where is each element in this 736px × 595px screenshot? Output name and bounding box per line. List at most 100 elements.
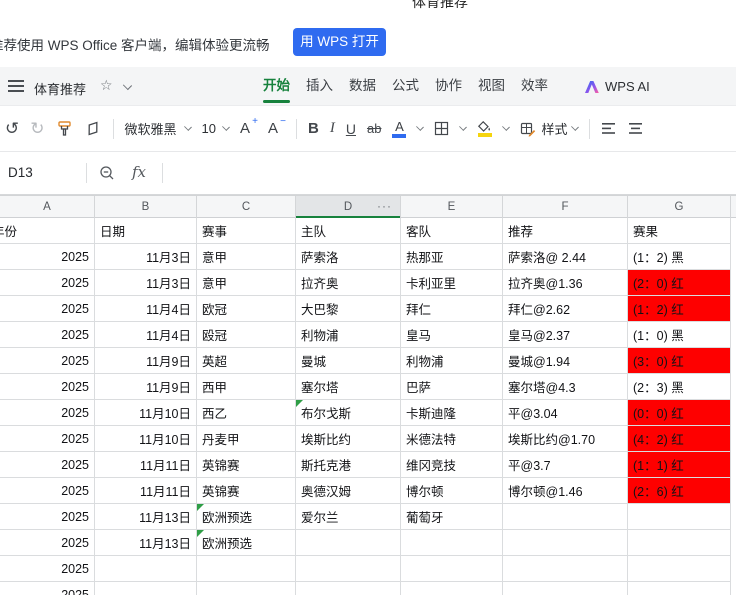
cell-home[interactable]: 斯托克港 bbox=[296, 452, 401, 478]
cell-away[interactable]: 维冈竞技 bbox=[401, 452, 503, 478]
cell-date[interactable]: 11月13日 bbox=[95, 530, 197, 556]
cell-tip[interactable]: 推荐 bbox=[503, 218, 628, 244]
cell-result[interactable]: (3：0) 红 bbox=[628, 348, 731, 374]
cell-result[interactable]: (2：3) 黑 bbox=[628, 374, 731, 400]
cell-year[interactable]: 2025 bbox=[0, 478, 95, 504]
cell-result[interactable]: (1：0) 黑 bbox=[628, 322, 731, 348]
cell-away[interactable]: 巴萨 bbox=[401, 374, 503, 400]
column-header-C[interactable]: C bbox=[197, 196, 296, 218]
cell-result[interactable]: (0：0) 红 bbox=[628, 400, 731, 426]
cell-year[interactable]: 2025 bbox=[0, 400, 95, 426]
cell-date[interactable]: 日期 bbox=[95, 218, 197, 244]
cell-year[interactable]: 年份 bbox=[0, 218, 95, 244]
cell-away[interactable]: 卡斯迪隆 bbox=[401, 400, 503, 426]
cell-home[interactable]: 埃斯比约 bbox=[296, 426, 401, 452]
cell-home[interactable]: 奥德汉姆 bbox=[296, 478, 401, 504]
eraser-icon[interactable] bbox=[84, 121, 102, 137]
cell-tip[interactable]: 平@3.04 bbox=[503, 400, 628, 426]
cell-tip[interactable] bbox=[503, 556, 628, 582]
favorite-star-icon[interactable]: ☆ bbox=[100, 77, 113, 94]
cell-date[interactable]: 11月3日 bbox=[95, 244, 197, 270]
cell-tip[interactable]: 拜仁@2.62 bbox=[503, 296, 628, 322]
cell-home[interactable]: 曼城 bbox=[296, 348, 401, 374]
cell-result[interactable]: (1：1) 红 bbox=[628, 452, 731, 478]
tab-开始[interactable]: 开始 bbox=[263, 67, 290, 106]
cell-result[interactable]: (2：0) 红 bbox=[628, 270, 731, 296]
cell-date[interactable] bbox=[95, 582, 197, 595]
decrease-font-button[interactable]: A − bbox=[268, 116, 286, 137]
cell-result[interactable]: (1：2) 黑 bbox=[628, 244, 731, 270]
cell-style-button[interactable]: 样式 bbox=[520, 119, 580, 138]
italic-button[interactable]: I bbox=[330, 120, 335, 137]
cell-home[interactable] bbox=[296, 582, 401, 595]
bold-button[interactable]: B bbox=[308, 120, 319, 137]
column-header-G[interactable]: G bbox=[628, 196, 731, 218]
fill-color-chevron-icon[interactable] bbox=[502, 123, 511, 131]
cell-year[interactable]: 2025 bbox=[0, 504, 95, 530]
column-header-A[interactable]: A bbox=[0, 196, 95, 218]
column-more-button[interactable]: ··· bbox=[377, 199, 392, 213]
cell-league[interactable]: 西甲 bbox=[197, 374, 296, 400]
font-color-button[interactable]: A bbox=[392, 120, 407, 138]
column-header-E[interactable]: E bbox=[401, 196, 503, 218]
strikethrough-button[interactable]: ab bbox=[367, 121, 381, 136]
cell-date[interactable]: 11月13日 bbox=[95, 504, 197, 530]
cell-date[interactable]: 11月11日 bbox=[95, 452, 197, 478]
cell-result[interactable] bbox=[628, 504, 731, 530]
column-header-B[interactable]: B bbox=[95, 196, 197, 218]
cell-year[interactable]: 2025 bbox=[0, 270, 95, 296]
cell-tip[interactable]: 平@3.7 bbox=[503, 452, 628, 478]
cell-away[interactable]: 利物浦 bbox=[401, 348, 503, 374]
cell-result[interactable]: 赛果 bbox=[628, 218, 731, 244]
open-in-wps-button[interactable]: 用 WPS 打开 bbox=[293, 28, 386, 56]
cell-date[interactable]: 11月3日 bbox=[95, 270, 197, 296]
cell-date[interactable]: 11月11日 bbox=[95, 478, 197, 504]
cell-away[interactable]: 热那亚 bbox=[401, 244, 503, 270]
cell-year[interactable]: 2025 bbox=[0, 374, 95, 400]
tab-插入[interactable]: 插入 bbox=[306, 67, 333, 106]
cell-year[interactable]: 2025 bbox=[0, 348, 95, 374]
cell-home[interactable]: 爱尔兰 bbox=[296, 504, 401, 530]
cell-league[interactable]: 英锦赛 bbox=[197, 452, 296, 478]
cell-year[interactable]: 2025 bbox=[0, 530, 95, 556]
borders-chevron-icon[interactable] bbox=[459, 123, 468, 131]
cell-league[interactable]: 英锦赛 bbox=[197, 478, 296, 504]
increase-font-button[interactable]: A + bbox=[240, 116, 258, 137]
underline-button[interactable]: U bbox=[346, 121, 356, 137]
tab-效率[interactable]: 效率 bbox=[521, 67, 548, 106]
name-box[interactable]: D13 bbox=[8, 165, 33, 180]
cell-league[interactable]: 殴冠 bbox=[197, 322, 296, 348]
tab-视图[interactable]: 视图 bbox=[478, 67, 505, 106]
cell-away[interactable]: 卡利亚里 bbox=[401, 270, 503, 296]
align-center-icon[interactable] bbox=[628, 122, 644, 135]
cell-away[interactable] bbox=[401, 582, 503, 595]
font-name-select[interactable]: 微软雅黑 bbox=[125, 119, 192, 138]
zoom-out-search-icon[interactable] bbox=[99, 165, 116, 182]
cell-tip[interactable]: 曼城@1.94 bbox=[503, 348, 628, 374]
cell-tip[interactable]: 塞尔塔@4.3 bbox=[503, 374, 628, 400]
cell-date[interactable]: 11月9日 bbox=[95, 348, 197, 374]
cell-tip[interactable] bbox=[503, 504, 628, 530]
cell-tip[interactable] bbox=[503, 530, 628, 556]
cell-away[interactable] bbox=[401, 530, 503, 556]
cell-date[interactable]: 11月4日 bbox=[95, 322, 197, 348]
menu-icon[interactable] bbox=[8, 80, 24, 92]
cell-result[interactable]: (2：6) 红 bbox=[628, 478, 731, 504]
cell-league[interactable] bbox=[197, 556, 296, 582]
cell-year[interactable]: 2025 bbox=[0, 322, 95, 348]
cell-away[interactable] bbox=[401, 556, 503, 582]
cell-home[interactable]: 大巴黎 bbox=[296, 296, 401, 322]
cell-away[interactable]: 米德法特 bbox=[401, 426, 503, 452]
cell-home[interactable] bbox=[296, 530, 401, 556]
cell-year[interactable]: 2025 bbox=[0, 556, 95, 582]
cell-tip[interactable]: 埃斯比约@1.70 bbox=[503, 426, 628, 452]
cell-league[interactable]: 欧洲预选 bbox=[197, 530, 296, 556]
cell-away[interactable]: 葡萄牙 bbox=[401, 504, 503, 530]
tab-协作[interactable]: 协作 bbox=[435, 67, 462, 106]
column-header-F[interactable]: F bbox=[503, 196, 628, 218]
cell-tip[interactable] bbox=[503, 582, 628, 595]
insert-function-button[interactable]: fx bbox=[132, 163, 146, 181]
cell-tip[interactable]: 博尔顿@1.46 bbox=[503, 478, 628, 504]
tab-数据[interactable]: 数据 bbox=[349, 67, 376, 106]
cell-league[interactable]: 欧洲预选 bbox=[197, 504, 296, 530]
